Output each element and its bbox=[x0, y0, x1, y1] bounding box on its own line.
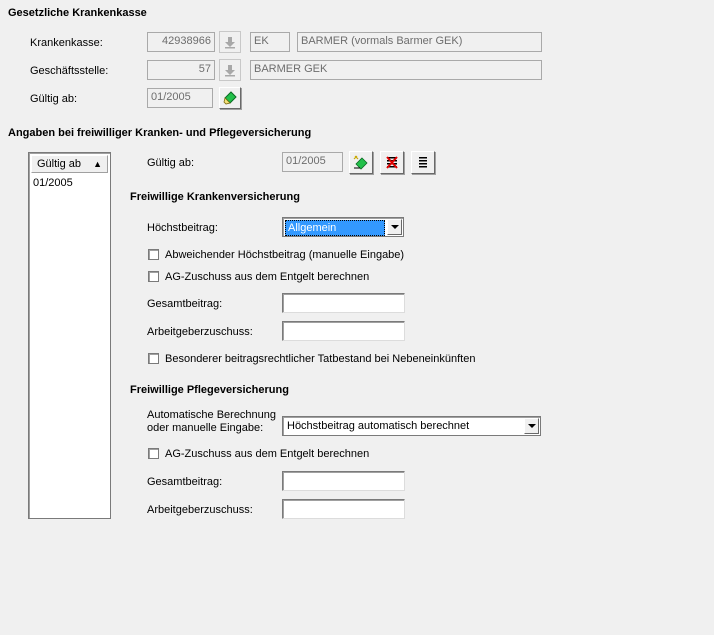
hoechstbeitrag-selected-value: Allgemein bbox=[285, 220, 385, 236]
section-title-krankenversicherung: Freiwillige Krankenversicherung bbox=[130, 191, 300, 203]
pv-arbeitgeberzuschuss-label: Arbeitgeberzuschuss: bbox=[147, 504, 253, 516]
krankenkasse-number-field[interactable]: 42938966 bbox=[147, 32, 215, 52]
berechnung-label-line2: oder manuelle Eingabe: bbox=[147, 422, 264, 434]
green-diamond-edit-icon bbox=[223, 91, 237, 105]
abweichender-hoechstbeitrag-label: Abweichender Höchstbeitrag (manuelle Ein… bbox=[165, 249, 405, 261]
delete-entry-icon bbox=[386, 155, 398, 169]
gueltig-ab-field[interactable]: 01/2005 bbox=[147, 88, 213, 108]
kv-ag-zuschuss-checkbox[interactable] bbox=[148, 271, 159, 282]
gueltig-ab-label: Gültig ab: bbox=[30, 93, 78, 105]
kv-gesamtbeitrag-input[interactable] bbox=[282, 293, 405, 313]
gueltig-ab-detail-label: Gültig ab: bbox=[147, 157, 195, 169]
hoechstbeitrag-select[interactable]: Allgemein bbox=[282, 217, 404, 237]
add-entry-button[interactable] bbox=[349, 151, 373, 174]
delete-entry-button[interactable] bbox=[380, 151, 404, 174]
gueltig-ab-list[interactable]: Gültig ab ▲ 01/2005 bbox=[28, 152, 111, 519]
add-entry-icon bbox=[353, 155, 368, 170]
download-arrow-icon bbox=[225, 37, 235, 49]
pv-gesamtbeitrag-label: Gesamtbeitrag: bbox=[147, 476, 223, 488]
krankenkasse-name-field[interactable]: BARMER (vormals Barmer GEK) bbox=[297, 32, 542, 52]
besonderer-tatbestand-label: Besonderer beitragsrechtlicher Tatbestan… bbox=[165, 353, 476, 365]
kv-arbeitgeberzuschuss-input[interactable] bbox=[282, 321, 405, 341]
list-item[interactable]: 01/2005 bbox=[31, 175, 108, 191]
geschaeftsstelle-name-field[interactable]: BARMER GEK bbox=[250, 60, 542, 80]
pv-ag-zuschuss-checkbox[interactable] bbox=[148, 448, 159, 459]
pv-ag-zuschuss-label: AG-Zuschuss aus dem Entgelt berechnen bbox=[165, 448, 370, 460]
kv-gesamtbeitrag-label: Gesamtbeitrag: bbox=[147, 298, 223, 310]
kv-ag-zuschuss-label: AG-Zuschuss aus dem Entgelt berechnen bbox=[165, 271, 370, 283]
gueltig-ab-detail-field[interactable]: 01/2005 bbox=[282, 152, 343, 172]
pv-arbeitgeberzuschuss-input[interactable] bbox=[282, 499, 405, 519]
krankenkasse-label: Krankenkasse: bbox=[30, 37, 103, 49]
sort-up-icon: ▲ bbox=[93, 159, 102, 169]
pv-gesamtbeitrag-input[interactable] bbox=[282, 471, 405, 491]
section-title-freiwillige-versicherung: Angaben bei freiwilliger Kranken- und Pf… bbox=[8, 127, 312, 139]
geschaeftsstelle-label: Geschäftsstelle: bbox=[30, 65, 109, 77]
berechnung-dropdown-button[interactable] bbox=[524, 418, 539, 434]
download-arrow-icon bbox=[225, 65, 235, 77]
section-title-gesetzliche-krankenkasse: Gesetzliche Krankenkasse bbox=[8, 7, 147, 19]
section-title-pflegeversicherung: Freiwillige Pflegeversicherung bbox=[130, 384, 289, 396]
geschaeftsstelle-lookup-button[interactable] bbox=[219, 59, 241, 81]
chevron-down-icon bbox=[390, 224, 399, 229]
besonderer-tatbestand-checkbox[interactable] bbox=[148, 353, 159, 364]
hoechstbeitrag-label: Höchstbeitrag: bbox=[147, 222, 218, 234]
berechnung-label-line1: Automatische Berechnung bbox=[147, 409, 277, 421]
list-header-label: Gültig ab bbox=[37, 158, 82, 170]
list-icon bbox=[419, 156, 427, 167]
list-column-header[interactable]: Gültig ab ▲ bbox=[31, 155, 108, 173]
berechnung-select[interactable]: Höchstbeitrag automatisch berechnet bbox=[282, 416, 541, 436]
abweichender-hoechstbeitrag-checkbox[interactable] bbox=[148, 249, 159, 260]
berechnung-selected-value: Höchstbeitrag automatisch berechnet bbox=[287, 420, 470, 432]
chevron-down-icon bbox=[527, 423, 536, 428]
krankenkasse-type-field[interactable]: EK bbox=[250, 32, 290, 52]
hoechstbeitrag-dropdown-button[interactable] bbox=[387, 219, 402, 235]
kv-arbeitgeberzuschuss-label: Arbeitgeberzuschuss: bbox=[147, 326, 253, 338]
krankenkasse-lookup-button[interactable] bbox=[219, 31, 241, 53]
gueltig-ab-edit-button[interactable] bbox=[219, 87, 241, 109]
list-view-button[interactable] bbox=[411, 151, 435, 174]
geschaeftsstelle-number-field[interactable]: 57 bbox=[147, 60, 215, 80]
